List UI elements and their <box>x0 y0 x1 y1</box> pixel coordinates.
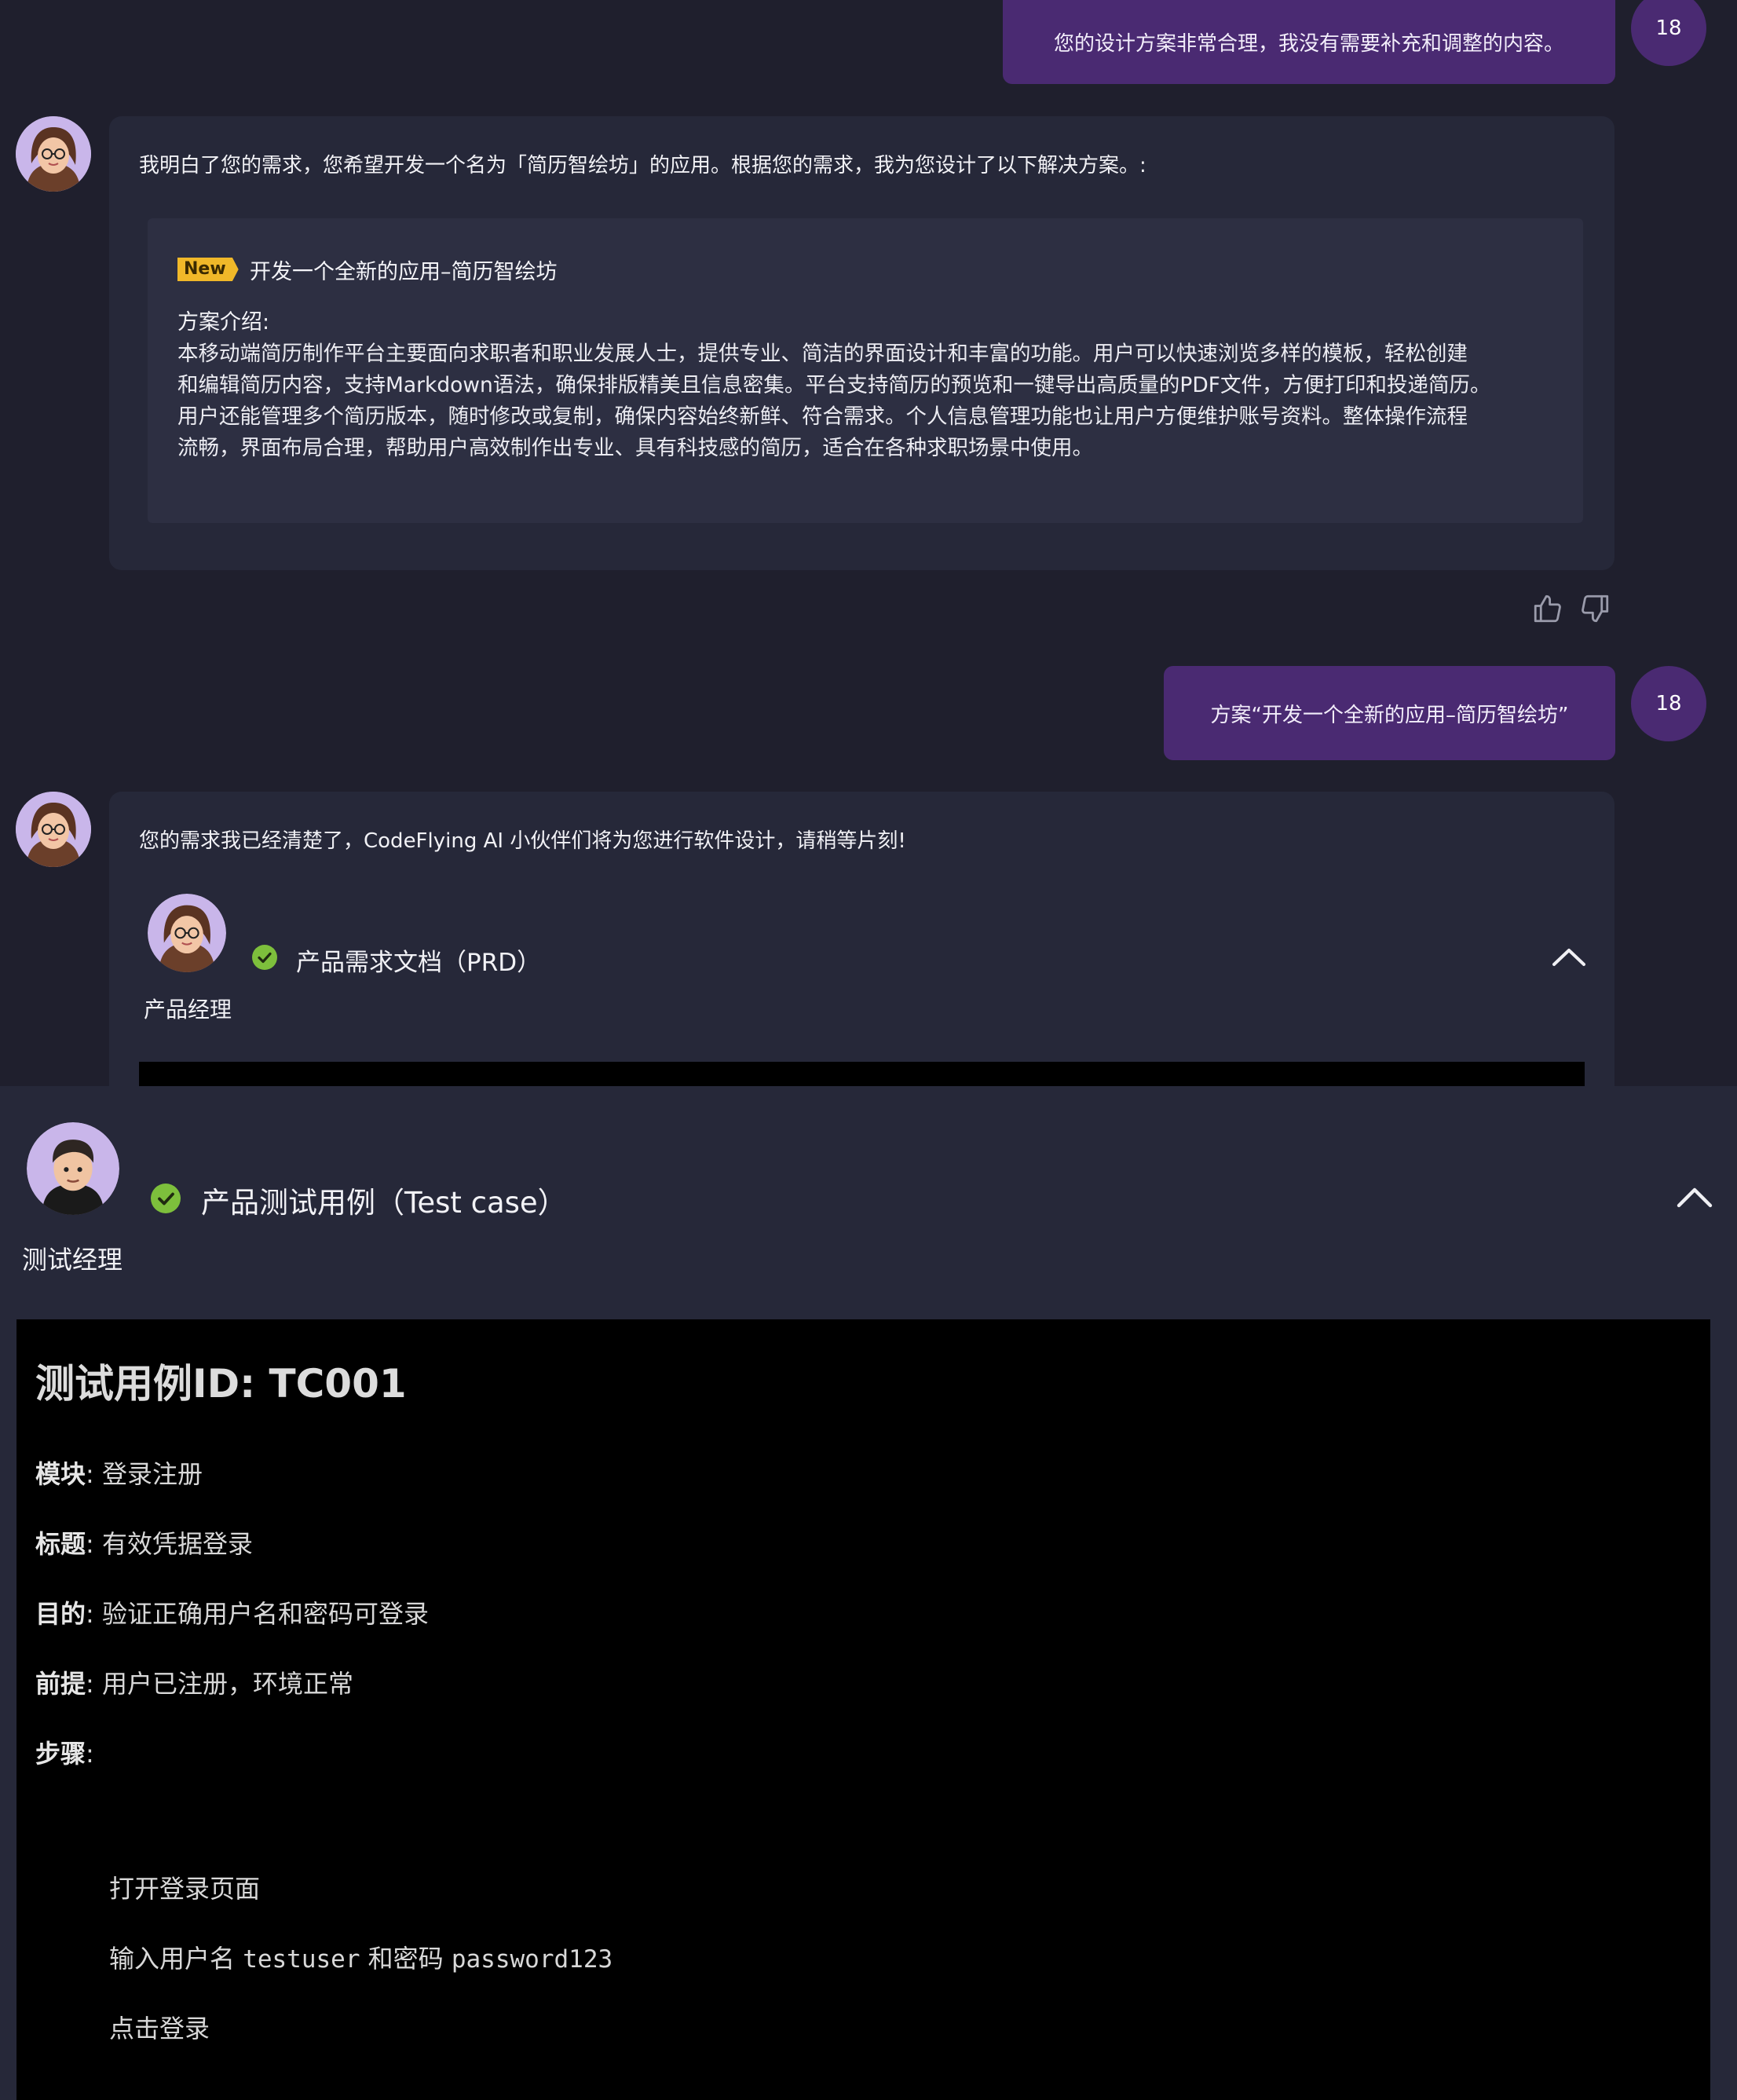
check-circle-icon <box>151 1184 181 1213</box>
test-case-document: 测试用例ID: TC001 模块: 登录注册 标题: 有效凭据登录 目的: 验证… <box>16 1319 1710 2100</box>
product-manager-label: 产品经理 <box>144 997 232 1023</box>
ai-message-bubble: 我明白了您的需求，您希望开发一个名为「简历智绘坊」的应用。根据您的需求，我为您设… <box>109 116 1614 570</box>
plan-description-line: 流畅，界面布局合理，帮助用户高效制作出专业、具有科技感的简历，适合在各种求职场景… <box>177 436 1093 460</box>
thumbs-down-icon[interactable] <box>1578 592 1611 625</box>
ai-message-text: 您的需求我已经清楚了，CodeFlying AI 小伙伴们将为您进行软件设计，请… <box>139 829 906 853</box>
chat-panel-top: 您的设计方案非常合理，我没有需要补充和调整的内容。 18 我明白了您的需求，您希… <box>0 0 1737 1086</box>
user-message-bubble: 方案“开发一个全新的应用–简历智绘坊” <box>1164 666 1615 760</box>
step-item: 输入用户名 testuser 和密码 password123 <box>109 1944 613 1974</box>
chevron-up-icon[interactable] <box>1676 1185 1713 1209</box>
plan-description-line: 本移动端简历制作平台主要面向求职者和职业发展人士，提供专业、简洁的界面设计和丰富… <box>177 342 1468 366</box>
ai-assistant-avatar <box>16 792 91 867</box>
step-item: 点击登录 <box>109 2014 210 2043</box>
test-case-heading: 测试用例ID: TC001 <box>35 1361 407 1407</box>
user-message-text: 您的设计方案非常合理，我没有需要补充和调整的内容。 <box>1053 32 1564 56</box>
user-message-text: 方案“开发一个全新的应用–简历智绘坊” <box>1210 703 1569 727</box>
field-title: 标题: 有效凭据登录 <box>35 1529 253 1559</box>
user-avatar[interactable]: 18 <box>1631 666 1706 741</box>
ai-message-bubble: 您的需求我已经清楚了，CodeFlying AI 小伙伴们将为您进行软件设计，请… <box>109 792 1614 1086</box>
test-manager-avatar <box>27 1122 119 1215</box>
product-manager-avatar <box>148 894 226 972</box>
plan-intro-label: 方案介绍: <box>177 310 270 335</box>
plan-description-line: 用户还能管理多个简历版本，随时修改或复制，确保内容始终新鲜、符合需求。个人信息管… <box>177 404 1468 429</box>
ai-assistant-avatar <box>16 116 91 192</box>
test-case-panel: 产品测试用例（Test case） 测试经理 测试用例ID: TC001 模块:… <box>0 1086 1737 2100</box>
user-message-bubble: 您的设计方案非常合理，我没有需要补充和调整的内容。 <box>1003 0 1615 84</box>
field-purpose: 目的: 验证正确用户名和密码可登录 <box>35 1599 429 1629</box>
field-precondition: 前提: 用户已注册，环境正常 <box>35 1669 353 1699</box>
check-circle-icon <box>252 945 277 970</box>
test-case-section-title[interactable]: 产品测试用例（Test case） <box>201 1179 567 1221</box>
prd-section-title[interactable]: 产品需求文档（PRD） <box>296 942 541 978</box>
prd-document-panel <box>139 1062 1585 1086</box>
field-module: 模块: 登录注册 <box>35 1459 203 1489</box>
plan-description-line: 和编辑简历内容，支持Markdown语法，确保排版精美且信息密集。平台支持简历的… <box>177 373 1491 397</box>
new-badge: New <box>177 258 239 281</box>
chevron-up-icon[interactable] <box>1551 946 1587 968</box>
thumbs-up-icon[interactable] <box>1531 592 1564 625</box>
user-avatar[interactable]: 18 <box>1631 0 1706 66</box>
step-item: 打开登录页面 <box>109 1874 261 1904</box>
field-steps: 步骤: <box>35 1739 94 1769</box>
ai-message-text: 我明白了您的需求，您希望开发一个名为「简历智绘坊」的应用。根据您的需求，我为您设… <box>139 154 1146 177</box>
test-manager-label: 测试经理 <box>22 1245 123 1275</box>
plan-card[interactable]: New 开发一个全新的应用–简历智绘坊 方案介绍: 本移动端简历制作平台主要面向… <box>148 218 1583 523</box>
plan-title: 开发一个全新的应用–简历智绘坊 <box>250 260 558 284</box>
